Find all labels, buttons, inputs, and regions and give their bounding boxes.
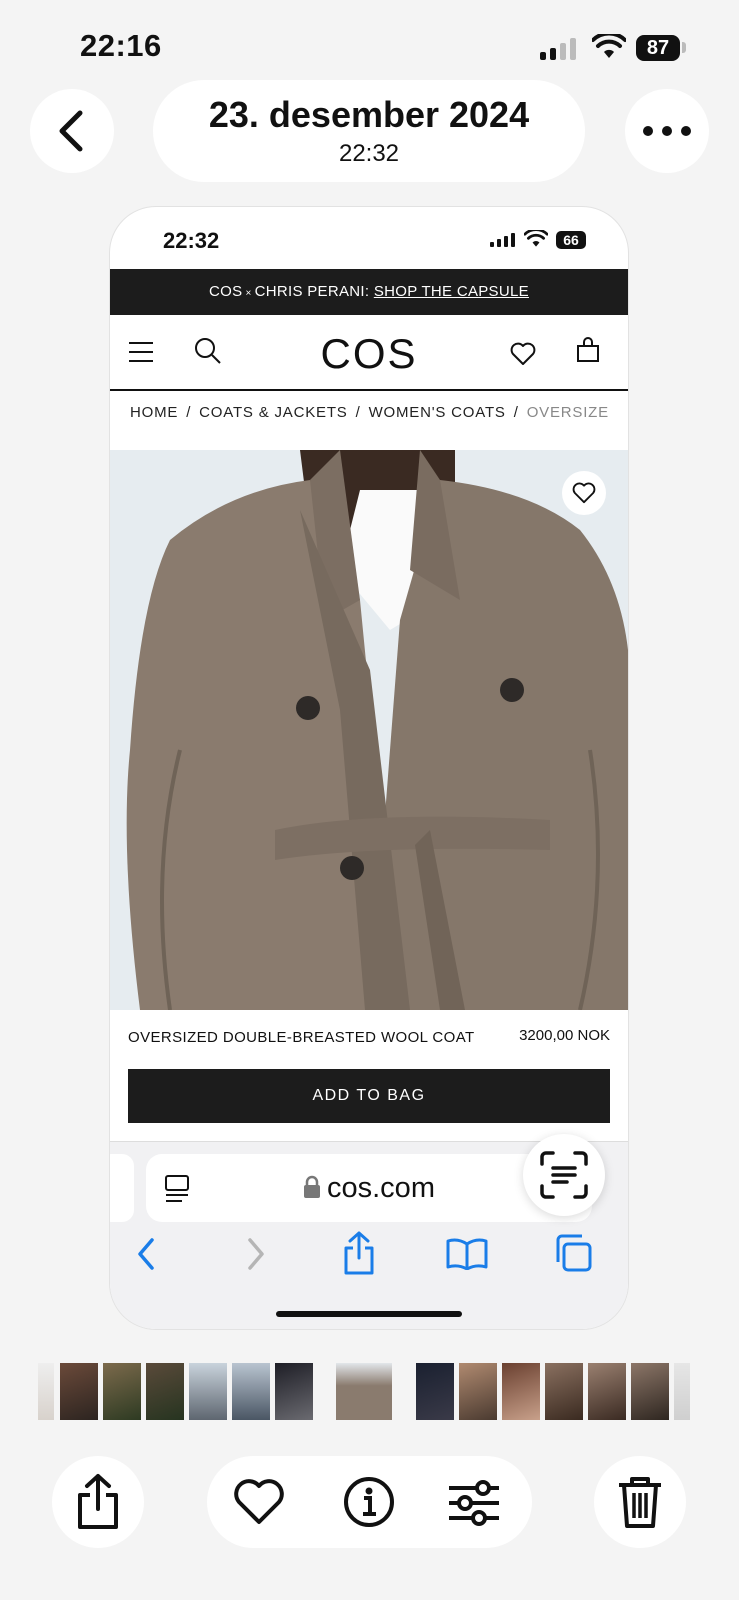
screenshot-signal-icon	[490, 233, 515, 247]
thumbnail[interactable]	[545, 1363, 583, 1420]
safari-toolbar: cos.com	[110, 1134, 628, 1329]
favorite-heart-icon[interactable]	[233, 1478, 285, 1526]
screenshot-wifi-icon	[524, 230, 548, 247]
promo-banner[interactable]: COS × CHRIS PERANI: SHOP THE CAPSULE	[110, 269, 628, 315]
thumbnail[interactable]	[502, 1363, 540, 1420]
product-name: OVERSIZED DOUBLE-BREASTED WOOL COAT	[128, 1029, 475, 1046]
product-price: 3200,00 NOK	[519, 1027, 610, 1044]
share-icon	[78, 1474, 118, 1529]
screenshot-battery-icon: 66	[556, 231, 586, 249]
share-icon[interactable]	[342, 1230, 376, 1276]
site-header: COS	[110, 315, 628, 391]
wishlist-icon[interactable]	[510, 342, 536, 366]
back-button[interactable]	[30, 89, 114, 173]
product-image[interactable]	[110, 450, 628, 1010]
url-text: cos.com	[327, 1172, 435, 1204]
action-pill	[207, 1456, 532, 1548]
breadcrumb-womens-coats[interactable]: WOMEN'S COATS	[369, 404, 506, 421]
forward-arrow-icon[interactable]	[244, 1236, 268, 1272]
thumbnail[interactable]	[459, 1363, 497, 1420]
live-text-button[interactable]	[523, 1134, 605, 1216]
shopping-bag-icon[interactable]	[576, 337, 600, 363]
add-to-bag-button[interactable]: ADD TO BAG	[128, 1069, 610, 1123]
breadcrumb-coats-jackets[interactable]: COATS & JACKETS	[199, 404, 347, 421]
thumbnail[interactable]	[146, 1363, 184, 1420]
thumbnail-selected[interactable]	[336, 1363, 392, 1420]
coat-illustration	[110, 450, 628, 1010]
cos-logo[interactable]: COS	[110, 330, 628, 378]
banner-link[interactable]: SHOP THE CAPSULE	[374, 283, 529, 300]
battery-tip	[682, 42, 686, 53]
heart-icon	[572, 482, 596, 504]
thumbnail[interactable]	[588, 1363, 626, 1420]
thumbnail[interactable]	[60, 1363, 98, 1420]
thumbnail[interactable]	[232, 1363, 270, 1420]
thumbnail[interactable]	[103, 1363, 141, 1420]
date-header: 23. desember 2024 22:32	[153, 80, 585, 182]
breadcrumb-separator: /	[186, 404, 192, 421]
status-time: 22:16	[80, 28, 162, 63]
chevron-left-icon	[59, 110, 83, 152]
thumbnail[interactable]	[631, 1363, 669, 1420]
photo-time: 22:32	[338, 140, 400, 167]
screenshot-status-time: 22:32	[163, 228, 220, 253]
banner-cross: ×	[245, 288, 252, 299]
thumbnail[interactable]	[38, 1363, 54, 1420]
live-text-icon	[540, 1151, 588, 1199]
breadcrumb-separator: /	[513, 404, 519, 421]
more-button[interactable]	[625, 89, 709, 173]
adjust-icon[interactable]	[447, 1480, 501, 1526]
thumbnail[interactable]	[416, 1363, 454, 1420]
breadcrumb-separator: /	[355, 404, 361, 421]
info-icon[interactable]	[343, 1476, 395, 1528]
wifi-icon	[592, 34, 626, 58]
banner-collab: CHRIS PERANI:	[254, 283, 370, 300]
breadcrumb: HOME / COATS & JACKETS / WOMEN'S COATS / OVERS…	[130, 395, 628, 431]
lock-icon	[304, 1175, 320, 1198]
banner-brand: COS	[209, 283, 243, 300]
cellular-signal-icon	[540, 38, 576, 60]
back-arrow-icon[interactable]	[134, 1236, 158, 1272]
photo-date: 23. desember 2024	[208, 94, 530, 135]
share-button[interactable]	[52, 1456, 144, 1548]
ellipsis-icon	[643, 126, 691, 136]
battery-icon: 87	[636, 35, 680, 61]
breadcrumb-current: OVERSIZE	[526, 404, 609, 421]
thumbnail[interactable]	[674, 1363, 690, 1420]
photo-viewer-screenshot: 22:32 66 COS × CHRIS PERANI: SHOP THE CAPS…	[110, 207, 628, 1329]
tabs-icon[interactable]	[554, 1234, 592, 1272]
bookmarks-icon[interactable]	[446, 1238, 488, 1270]
thumbnail[interactable]	[189, 1363, 227, 1420]
thumbnail[interactable]	[275, 1363, 313, 1420]
add-to-wishlist-button[interactable]	[562, 471, 606, 515]
trash-icon	[619, 1477, 661, 1528]
breadcrumb-home[interactable]: HOME	[130, 404, 178, 421]
previous-tab[interactable]	[110, 1154, 134, 1222]
delete-button[interactable]	[594, 1456, 686, 1548]
home-indicator	[276, 1311, 462, 1317]
